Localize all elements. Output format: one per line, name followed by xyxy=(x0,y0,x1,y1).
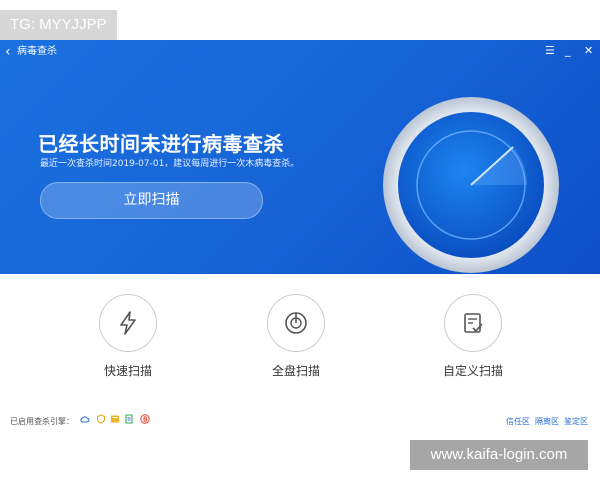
window-title: 病毒查杀 xyxy=(17,46,57,57)
title-bar: ‹ 病毒查杀 ☰ _ ✕ xyxy=(0,40,600,64)
trust-zone-link[interactable]: 信任区 xyxy=(506,416,530,427)
quick-scan-option[interactable]: 快速扫描 xyxy=(88,294,168,379)
quarantine-link[interactable]: 隔离区 xyxy=(535,416,559,427)
chevron-left-icon[interactable]: ‹ xyxy=(5,42,11,62)
app-window: ‹ 病毒查杀 ☰ _ ✕ 已经长时间未进行病毒查杀 最近一次查杀时间2019-0… xyxy=(0,40,600,440)
status-headline: 已经长时间未进行病毒查杀 xyxy=(38,132,284,156)
cloud-engine-icon[interactable] xyxy=(80,414,90,424)
last-scan-info: 最近一次查杀时间2019-07-01，建议每周进行一次木病毒查杀。 xyxy=(40,159,300,169)
shield-engine-icon[interactable] xyxy=(96,414,106,424)
menu-icon[interactable]: ☰ xyxy=(545,43,555,59)
engines-label: 已启用查杀引擎： xyxy=(10,417,74,426)
overlay-tag: TG: MYYJJPP xyxy=(0,10,117,40)
status-bar: 已启用查杀引擎： 信任区 隔离区 鉴定区 xyxy=(0,410,600,434)
checklist-icon[interactable] xyxy=(444,294,502,352)
option-label: 全盘扫描 xyxy=(271,364,320,378)
option-label: 自定义扫描 xyxy=(442,364,503,378)
custom-scan-option[interactable]: 自定义扫描 xyxy=(433,294,513,379)
b-engine-icon[interactable] xyxy=(140,414,150,424)
close-icon[interactable]: ✕ xyxy=(584,43,593,59)
folder-engine-icon[interactable] xyxy=(110,414,120,424)
radar-scan-icon xyxy=(383,97,559,273)
disk-icon[interactable] xyxy=(267,294,325,352)
watermark: www.kaifa-login.com xyxy=(410,440,588,470)
document-engine-icon[interactable] xyxy=(124,414,134,424)
option-label: 快速扫描 xyxy=(103,364,152,378)
scan-now-button[interactable]: 立即扫描 xyxy=(40,182,263,219)
identify-zone-link[interactable]: 鉴定区 xyxy=(564,416,588,427)
minimize-icon[interactable]: _ xyxy=(565,43,571,59)
hero-panel: ‹ 病毒查杀 ☰ _ ✕ 已经长时间未进行病毒查杀 最近一次查杀时间2019-0… xyxy=(0,40,600,274)
screenshot-frame: TG: MYYJJPP ‹ 病毒查杀 ☰ _ ✕ 已经长时间未进行病毒查杀 最近… xyxy=(0,0,600,480)
lightning-icon[interactable] xyxy=(99,294,157,352)
full-scan-option[interactable]: 全盘扫描 xyxy=(256,294,336,379)
